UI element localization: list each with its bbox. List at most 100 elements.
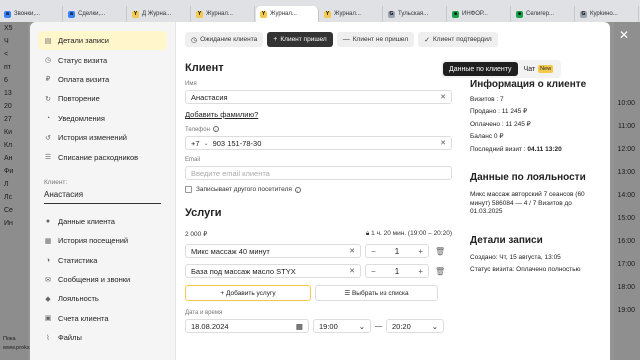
browser-tab-strip: a Звонки,... a Сделки,... Y Д Журна... Y Журнал… — [0, 0, 640, 22]
clear-icon[interactable]: ✕ — [349, 267, 355, 275]
date-field[interactable]: 18.08.2024 ▦ — [185, 319, 309, 333]
browser-tab[interactable]: ■ ИНФОР... — [448, 6, 511, 22]
sidebar-item-label: Данные клиента — [58, 216, 115, 226]
status-icon: ◷ — [191, 36, 198, 44]
service-row: Микс массаж 40 минут ✕ − 1 + 🗑︎ — [185, 244, 452, 258]
new-badge: New — [538, 65, 554, 73]
clear-icon[interactable]: ✕ — [349, 247, 355, 255]
other-visitor-checkbox[interactable] — [185, 186, 192, 193]
phone-field[interactable]: +7 ⌄ 903 151-78-30 ✕ — [185, 136, 452, 150]
minus-icon[interactable]: − — [371, 267, 376, 276]
service-name-field[interactable]: Микс массаж 40 минут ✕ — [185, 244, 361, 258]
browser-tab-label: Д Журна... — [142, 11, 172, 17]
sidebar-item-label: Сообщения и звонки — [58, 275, 131, 285]
tab-chat[interactable]: Чат New — [518, 62, 560, 76]
browser-tab[interactable]: Y Журнал... — [192, 6, 255, 22]
phone-value: 903 151-78-30 — [212, 138, 262, 148]
info-icon[interactable]: i — [294, 186, 301, 193]
sidebar-item-label: История посещений — [58, 236, 129, 246]
visit-status-button[interactable]: ◷ Ожидание клиента — [185, 32, 264, 47]
sidebar-item[interactable]: ▣ Счета клиента — [38, 309, 167, 328]
visit-status-button[interactable]: — Клиент не пришел — [336, 32, 415, 47]
tab-favicon-icon: Y — [132, 10, 139, 18]
sidebar-item[interactable]: ✉ Сообщения и звонки — [38, 270, 167, 289]
browser-tab[interactable]: Y Журнал... — [320, 6, 383, 22]
tab-favicon-icon: a — [68, 10, 75, 18]
name-label: Имя — [185, 81, 197, 87]
sidebar-item[interactable]: ◑ Статистика — [38, 251, 167, 270]
calendar-icon[interactable]: ▦ — [296, 322, 303, 331]
trash-icon[interactable]: 🗑︎ — [435, 247, 445, 256]
browser-tab[interactable]: G Тульская... — [384, 6, 447, 22]
sidebar-item-label: Лояльность — [58, 294, 99, 304]
sidebar-item[interactable]: ☰ Списание расходников — [38, 147, 167, 166]
minus-icon[interactable]: − — [371, 247, 376, 256]
info-panel-tabs: Данные по клиенту Чат New — [441, 60, 562, 78]
client-name[interactable]: Анастасия — [44, 190, 161, 204]
sidebar-item[interactable]: ◆ Лояльность — [38, 289, 167, 308]
repeat-icon: ↻ — [45, 95, 51, 103]
browser-tab[interactable]: YД Журна... — [128, 6, 191, 22]
sidebar-item[interactable]: ▤ Детали записи — [38, 31, 167, 51]
phone-country-code[interactable]: +7 — [191, 139, 200, 148]
browser-tab[interactable]: ■ Селигер... — [512, 6, 575, 22]
sidebar-item[interactable]: ↻ Повторение — [38, 89, 167, 108]
info-icon[interactable]: i — [212, 126, 219, 132]
add-surname-link[interactable]: Добавить фамилию? — [185, 110, 452, 119]
pick-from-list-button[interactable]: ☰ Выбрать из списка — [315, 285, 438, 301]
browser-tab-label: Журнал... — [206, 11, 233, 17]
service-name-field[interactable]: База под массаж масло STYX ✕ — [185, 264, 361, 278]
services-duration: 🔒︎ 1 ч. 20 мин. (19:00 – 20:20) — [366, 230, 452, 238]
time-to-value: 20:20 — [392, 321, 411, 331]
browser-tab-label: Журнал... — [270, 11, 297, 17]
tab-client-data[interactable]: Данные по клиенту — [443, 62, 518, 76]
close-icon[interactable]: ✕ — [619, 28, 629, 42]
loyalty-icon: ◆ — [45, 295, 51, 303]
browser-tab[interactable]: a Сделки,... — [64, 6, 127, 22]
browser-tab[interactable]: a Звонки,... — [0, 6, 63, 22]
sidebar-item[interactable]: ◷ Статус визита — [38, 50, 167, 69]
chevron-down-icon[interactable]: ⌄ — [432, 322, 438, 331]
name-field[interactable]: Анастасия ✕ — [185, 90, 452, 104]
browser-tab-label: Селигер... — [526, 11, 555, 17]
tab-favicon-icon: G — [580, 10, 587, 18]
sidebar-item[interactable]: ↺ История изменений — [38, 128, 167, 147]
other-visitor-checkbox-row[interactable]: Записывает другого посетителя i — [185, 186, 452, 193]
quantity-stepper[interactable]: − 1 + — [365, 244, 429, 258]
browser-tab[interactable]: G Курkино... — [576, 6, 639, 22]
plus-icon[interactable]: + — [418, 267, 423, 276]
add-service-button[interactable]: + Добавить услугу — [185, 285, 311, 301]
services-actions: + Добавить услугу ☰ Выбрать из списка — [185, 285, 452, 301]
clear-icon[interactable]: ✕ — [440, 93, 446, 101]
services-total: 2 000 ₽ — [185, 231, 208, 238]
visit-status-button[interactable]: + Клиент пришел — [267, 32, 333, 47]
chevron-down-icon[interactable]: ⌄ — [359, 322, 365, 331]
time-separator: — — [375, 322, 382, 330]
loyalty-title: Данные по лояльности — [470, 172, 586, 184]
browser-tab[interactable]: Y Журнал... — [256, 6, 319, 22]
sidebar-item[interactable]: ₽ Оплата визита — [38, 70, 167, 89]
plus-icon[interactable]: + — [418, 247, 423, 256]
status-icon: + — [273, 36, 278, 43]
clear-icon[interactable]: ✕ — [440, 139, 446, 147]
chevron-down-icon[interactable]: ⌄ — [204, 140, 209, 147]
sidebar-item[interactable]: ▦ История посещений — [38, 231, 167, 250]
visits-count: Визитов : 7 — [470, 96, 504, 103]
browser-tab-label: Тульская... — [398, 11, 429, 17]
sidebar-item[interactable]: ⌇ Файлы — [38, 328, 167, 347]
time-to-field[interactable]: 20:20 ⌄ — [386, 319, 444, 333]
sidebar-item-label: Файлы — [58, 333, 82, 343]
trash-icon[interactable]: 🗑︎ — [435, 267, 445, 276]
created-date: Создано: Чт, 15 августа, 13:05 — [470, 253, 561, 261]
phone-label-text: Телефон — [185, 127, 210, 133]
email-field[interactable]: Введите email клиента — [185, 166, 452, 180]
services-summary: 2 000 ₽ 🔒︎ 1 ч. 20 мин. (19:00 – 20:20) — [185, 230, 452, 238]
name-value: Анастасия — [191, 92, 228, 102]
sidebar-item[interactable]: ● Данные клиента — [38, 212, 167, 231]
other-visitor-label: Записывает другого посетителя — [196, 186, 292, 193]
tab-label: Чат — [523, 65, 536, 73]
time-from-field[interactable]: 19:00 ⌄ — [313, 319, 371, 333]
status-icon: ✓ — [424, 36, 430, 44]
quantity-stepper[interactable]: − 1 + — [365, 264, 429, 278]
sidebar-item[interactable]: ◔ Уведомления — [38, 109, 167, 128]
